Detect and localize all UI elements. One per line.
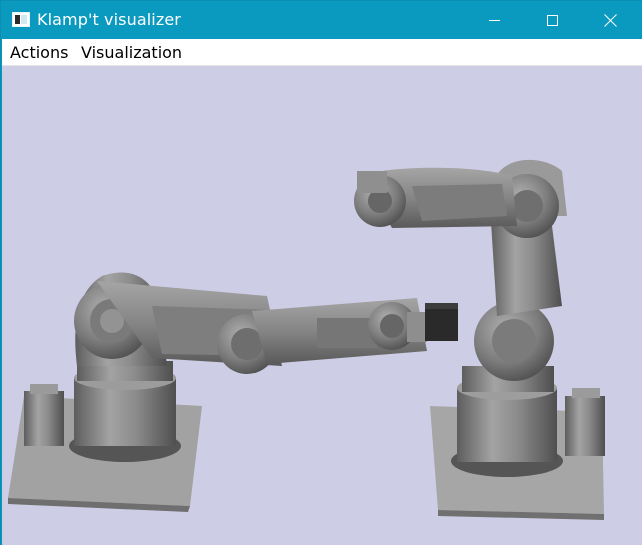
scene-render <box>8 159 605 520</box>
maximize-button[interactable] <box>529 1 575 39</box>
maximize-icon <box>546 14 558 26</box>
app-window: Klamp't visualizer Actions Visualization <box>0 0 642 545</box>
close-icon <box>604 14 617 27</box>
menu-visualization[interactable]: Visualization <box>81 43 182 62</box>
window-title: Klamp't visualizer <box>37 10 181 29</box>
app-icon <box>12 12 30 27</box>
3d-viewport[interactable] <box>2 66 642 545</box>
minimize-button[interactable] <box>471 1 517 39</box>
close-button[interactable] <box>587 1 633 39</box>
left-robot-arm <box>8 272 458 512</box>
menu-actions[interactable]: Actions <box>10 43 68 62</box>
title-bar[interactable]: Klamp't visualizer <box>1 1 642 39</box>
menu-bar: Actions Visualization <box>2 39 642 66</box>
minimize-icon <box>488 19 500 21</box>
